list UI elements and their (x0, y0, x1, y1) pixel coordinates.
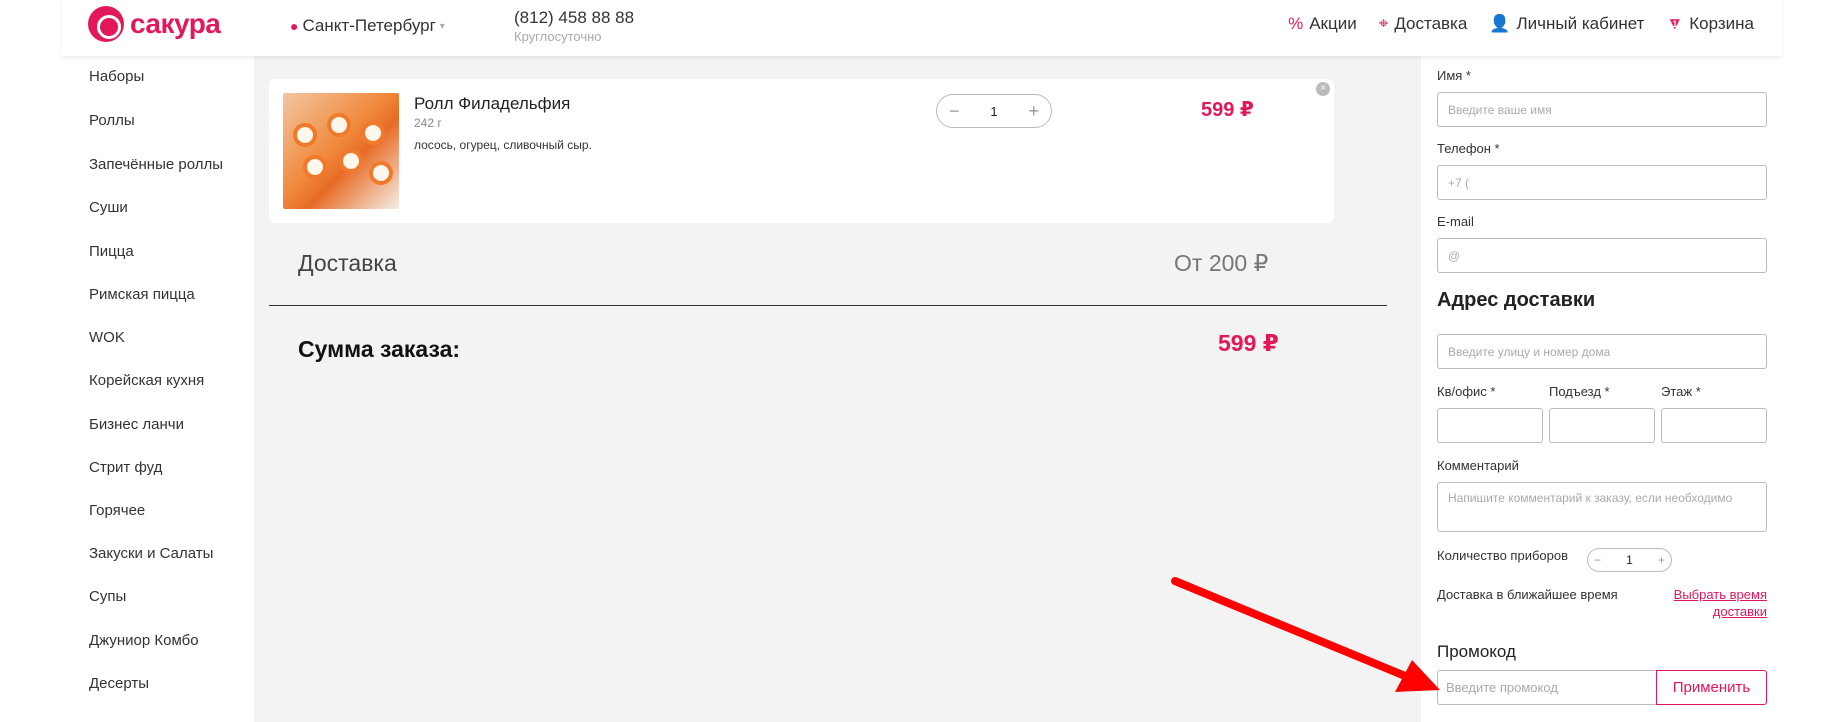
phone-label: Телефон * (1437, 141, 1500, 156)
comment-field[interactable]: Напишите комментарий к заказу, если необ… (1437, 482, 1767, 532)
chevron-down-icon: ▾ (439, 20, 445, 32)
quantity-stepper: − 1 + (936, 94, 1052, 128)
entrance-label: Подъезд * (1549, 384, 1610, 399)
product-name[interactable]: Ролл Филадельфия (414, 94, 570, 114)
sidebar-item-hot[interactable]: Горячее (89, 502, 145, 519)
map-pin-icon: ⌖ (1378, 14, 1389, 33)
nav-cart[interactable]: ▼ 1 Корзина (1666, 14, 1754, 34)
roll-piece (327, 113, 351, 137)
category-sidebar: Наборы Роллы Запечённые роллы Суши Пицца… (62, 56, 254, 722)
logo-icon (88, 6, 124, 42)
phone-field[interactable]: +7 ( (1437, 165, 1767, 200)
percent-icon: % (1288, 14, 1304, 33)
delivery-time-label: Доставка в ближайшее время (1437, 587, 1618, 602)
roll-piece (339, 149, 363, 173)
order-sum-label: Сумма заказа: (298, 336, 461, 362)
address-field[interactable]: Введите улицу и номер дома (1437, 334, 1767, 369)
header-nav: % Акции ⌖ Доставка 👤 Личный кабинет ▼ 1 К… (1288, 14, 1754, 34)
divider (269, 305, 1387, 306)
cart-icon: ▼ 1 (1666, 14, 1684, 33)
order-sum-value: 599 ₽ (1218, 330, 1279, 356)
nav-delivery[interactable]: ⌖ Доставка (1379, 14, 1468, 34)
entrance-field[interactable] (1549, 408, 1655, 443)
quantity-value: 1 (990, 103, 998, 119)
sidebar-item-korean[interactable]: Корейская кухня (89, 372, 204, 389)
nav-promos[interactable]: % Акции (1288, 14, 1357, 34)
flat-label: Кв/офис * (1437, 384, 1496, 399)
cart-count: 1 (1672, 19, 1678, 29)
sidebar-item-roman-pizza[interactable]: Римская пицца (89, 286, 195, 303)
name-field[interactable]: Введите ваше имя (1437, 92, 1767, 127)
floor-field[interactable] (1661, 408, 1767, 443)
floor-label: Этаж * (1661, 384, 1701, 399)
name-label: Имя * (1437, 68, 1471, 83)
nav-account[interactable]: 👤 Личный кабинет (1489, 14, 1644, 34)
roll-piece (361, 121, 385, 145)
roll-piece (293, 123, 317, 147)
cutlery-label: Количество приборов (1437, 548, 1568, 563)
close-icon[interactable]: × (1316, 82, 1330, 96)
product-price: 599 ₽ (1201, 99, 1254, 121)
cart-item-card: Ролл Филадельфия 242 г лосось, огурец, с… (269, 79, 1334, 223)
sidebar-item-rolls[interactable]: Роллы (89, 112, 135, 129)
sidebar-item-sets[interactable]: Наборы (89, 68, 144, 85)
nav-cart-label: Корзина (1689, 14, 1754, 33)
promo-field[interactable]: Введите промокод (1437, 670, 1656, 705)
flat-field[interactable] (1437, 408, 1543, 443)
city-selector[interactable]: ● Санкт-Петербург ▾ (290, 16, 445, 36)
sidebar-item-pizza[interactable]: Пицца (89, 243, 134, 260)
product-image (283, 93, 399, 209)
apply-promo-button[interactable]: Применить (1656, 670, 1767, 705)
user-icon: 👤 (1489, 14, 1511, 33)
sidebar-item-business-lunch[interactable]: Бизнес ланчи (89, 416, 184, 433)
logo-text: сакура (130, 8, 221, 39)
sidebar-item-baked-rolls[interactable]: Запечённые роллы (89, 156, 223, 173)
checkout-form: Имя * Введите ваше имя Телефон * +7 ( E-… (1421, 56, 1782, 722)
address-title: Адрес доставки (1437, 289, 1596, 311)
minus-icon[interactable]: − (949, 101, 960, 122)
sidebar-item-junior-combo[interactable]: Джуниор Комбо (89, 632, 199, 649)
cutlery-stepper: − 1 + (1587, 548, 1672, 572)
sidebar-item-snacks[interactable]: Закуски и Салаты (89, 545, 213, 562)
sidebar-item-desserts[interactable]: Десерты (89, 675, 149, 692)
minus-icon[interactable]: − (1594, 553, 1601, 567)
sidebar-item-street-food[interactable]: Стрит фуд (89, 459, 162, 476)
email-label: E-mail (1437, 214, 1474, 229)
location-pin-icon: ● (290, 18, 299, 34)
city-name: Санкт-Петербург (302, 16, 436, 35)
plus-icon[interactable]: + (1028, 101, 1039, 122)
nav-promos-label: Акции (1309, 14, 1357, 33)
nav-account-label: Личный кабинет (1516, 14, 1645, 33)
cutlery-qty: 1 (1626, 553, 1633, 567)
plus-icon[interactable]: + (1658, 553, 1665, 567)
phone-hours: Круглосуточно (514, 29, 602, 44)
roll-piece (303, 155, 327, 179)
sidebar-item-soups[interactable]: Супы (89, 588, 126, 605)
comment-label: Комментарий (1437, 458, 1519, 473)
nav-delivery-label: Доставка (1394, 14, 1468, 33)
site-header: сакура ● Санкт-Петербург ▾ (812) 458 88 … (62, 0, 1782, 56)
email-field[interactable]: @ (1437, 238, 1767, 273)
roll-piece (369, 161, 393, 185)
sidebar-item-wok[interactable]: WOK (89, 329, 125, 346)
logo[interactable]: сакура (88, 6, 221, 42)
delivery-price: От 200 ₽ (1174, 250, 1269, 276)
promo-title: Промокод (1437, 642, 1516, 661)
phone-number[interactable]: (812) 458 88 88 (514, 8, 634, 28)
sidebar-item-sushi[interactable]: Суши (89, 199, 128, 216)
product-description: лосось, огурец, сливочный сыр. (414, 138, 592, 152)
product-weight: 242 г (414, 116, 442, 130)
choose-time-link[interactable]: Выбрать время доставки (1657, 586, 1767, 620)
delivery-label: Доставка (298, 250, 397, 276)
